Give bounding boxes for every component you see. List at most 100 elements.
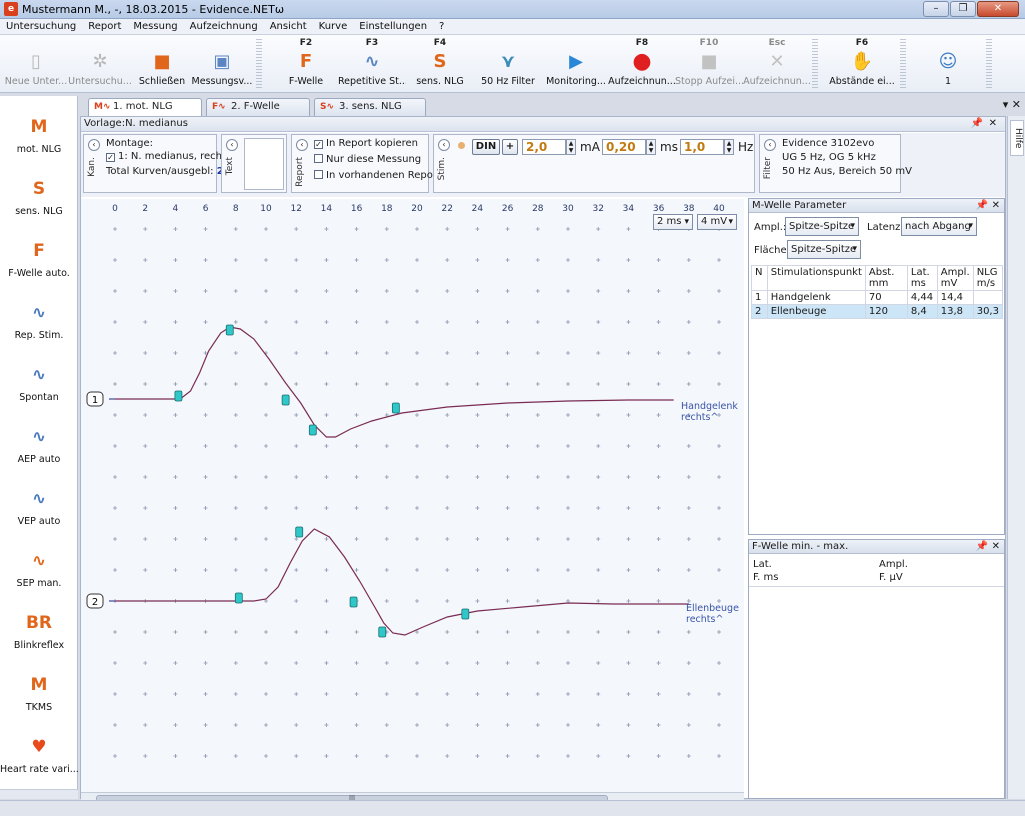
ampl-select[interactable]: Spitze-Spitze <box>785 217 859 236</box>
sidebar-item-heart-rate-vari[interactable]: ♥ Heart rate vari... <box>0 730 79 790</box>
latency-marker[interactable] <box>349 596 358 608</box>
menu-ansicht[interactable]: Ansicht <box>264 21 313 32</box>
checkbox[interactable] <box>314 154 323 163</box>
fwave-button[interactable]: F2 F F-Welle <box>272 37 340 91</box>
latency-marker[interactable] <box>225 324 234 336</box>
amplitude-scale-select[interactable]: 4 mV <box>697 214 737 230</box>
collapse-icon[interactable]: ‹ <box>226 139 238 151</box>
new-exam-button[interactable]: ▯ Neue Unter... <box>2 37 70 91</box>
minimize-button[interactable]: – <box>923 1 949 17</box>
monitoring-button[interactable]: ▶ Monitoring... <box>542 37 610 91</box>
distances-button[interactable]: F6 ✋ Abstände ei... <box>828 37 896 91</box>
grid-cross <box>475 723 480 727</box>
filter-50hz-button[interactable]: ⋎ 50 Hz Filter <box>474 37 542 91</box>
sidebar-item-vep-auto[interactable]: ∿ VEP auto <box>0 482 78 542</box>
sens-nlg-button[interactable]: F4 S sens. NLG <box>406 37 474 91</box>
waveform-canvas[interactable]: 0 2 4 6 8 10 12 14 16 18 20 22 24 26 28 30 32 34 36 38 4012H… <box>81 199 744 792</box>
current-stepper[interactable]: ▲ ▼ <box>566 139 576 155</box>
sidebar-item-blinkreflex[interactable]: BR Blinkreflex <box>0 606 78 666</box>
time-scale-select[interactable]: 2 ms <box>653 214 693 230</box>
table-row[interactable]: 1 Handgelenk 70 4,44 14,4 <box>751 290 1004 305</box>
cancel-recording-button[interactable]: Esc ✕ Aufzeichnun... <box>743 37 811 91</box>
sidebar-item-mot-nlg[interactable]: Mmot. NLG <box>0 110 78 170</box>
grid-cross <box>717 754 721 758</box>
menu-untersuchung[interactable]: Untersuchung <box>0 21 82 32</box>
duration-stepper[interactable]: ▲ ▼ <box>646 139 656 155</box>
patient-button[interactable]: ☺ 1 <box>914 37 982 91</box>
sidebar-scrollbar[interactable] <box>0 789 78 799</box>
tab-mot-nlg[interactable]: M∿ 1. mot. NLG rechts <box>88 98 202 128</box>
sidebar-item-sep-man[interactable]: ∿ SEP man. <box>0 544 78 604</box>
exam-button[interactable]: ✲ Untersuchu... <box>66 37 134 91</box>
sidebar-item-spontan[interactable]: ∿ Spontan <box>0 358 78 418</box>
stop-recording-button[interactable]: F10 ■ Stopp Aufzei... <box>675 37 743 91</box>
sidebar-item-tkms[interactable]: M TKMS <box>0 668 78 728</box>
checkbox[interactable]: ✓ <box>106 153 115 162</box>
pin-icon[interactable]: 📌 <box>976 199 988 212</box>
latency-marker[interactable] <box>461 608 470 620</box>
column-header[interactable]: Abst. mm <box>864 265 908 291</box>
column-header[interactable]: Stimulationspunkt <box>766 265 866 291</box>
menu-report[interactable]: Report <box>82 21 127 32</box>
close-window-button[interactable]: ✕ <box>977 1 1019 17</box>
column-header[interactable]: N <box>751 265 768 291</box>
repetitive-stim-button[interactable]: F3 ∿ Repetitive St... <box>338 37 406 91</box>
column-header[interactable]: Lat. ms <box>906 265 938 291</box>
frequency-input[interactable]: 1,0 <box>680 139 724 155</box>
menu-kurve[interactable]: Kurve <box>313 21 354 32</box>
latency-marker[interactable] <box>281 394 290 406</box>
help-tab[interactable]: Hilfe <box>1010 120 1024 156</box>
latency-marker[interactable] <box>378 626 387 638</box>
checkbox[interactable]: ✓ <box>314 140 323 149</box>
copy-to-report-option[interactable]: ✓ In Report kopieren <box>314 138 418 149</box>
collapse-icon[interactable]: ‹ <box>88 139 100 151</box>
pin-icon[interactable]: 📌 <box>976 540 988 553</box>
tab-sens-nlg[interactable]: S∿ 3. sens. NLG rechts <box>314 98 426 128</box>
flaeche-select[interactable]: Spitze-Spitze <box>787 240 861 259</box>
latency-marker[interactable] <box>174 390 183 402</box>
record-button[interactable]: F8 ● Aufzeichnun... <box>608 37 676 91</box>
latenz-select[interactable]: nach Abgang <box>901 217 977 236</box>
din-button[interactable]: DIN <box>472 139 500 155</box>
latency-marker[interactable] <box>308 424 317 436</box>
latency-marker[interactable] <box>234 592 243 604</box>
sidebar-item-sens-nlg[interactable]: Ssens. NLG <box>0 172 78 232</box>
only-this-measurement-option[interactable]: Nur diese Messung <box>314 154 421 165</box>
tab-f-welle[interactable]: F∿ 2. F-Welle rechts <box>206 98 310 128</box>
menu-einstellungen[interactable]: Einstellungen <box>353 21 433 32</box>
sidebar-item-rep-stim[interactable]: ∿ Rep. Stim. <box>0 296 78 356</box>
column-header[interactable]: NLG m/s <box>972 265 1004 291</box>
text-field[interactable] <box>244 138 284 190</box>
close-icon[interactable]: ✕ <box>992 540 1000 553</box>
collapse-icon[interactable]: ‹ <box>438 139 450 151</box>
montage-item[interactable]: ✓ 1: N. medianus, rechts <box>106 151 231 162</box>
close-exam-button[interactable]: ■ Schließen <box>128 37 196 91</box>
existing-report-option[interactable]: In vorhandenen Report <box>314 170 441 181</box>
duration-input[interactable]: 0,20 <box>602 139 646 155</box>
sidebar-item-aep-auto[interactable]: ∿ AEP auto <box>0 420 78 480</box>
pin-icon[interactable]: 📌 <box>971 117 983 131</box>
frequency-stepper[interactable]: ▲ ▼ <box>724 139 734 155</box>
table-row[interactable]: 2 Ellenbeuge 120 8,4 13,8 30,3 <box>751 304 1004 319</box>
sidebar-item-f-welle-auto[interactable]: F F-Welle auto. <box>0 234 78 294</box>
waveform-plot[interactable]: 0 2 4 6 8 10 12 14 16 18 20 22 24 26 28 30 32 34 36 38 40 1 2 H… <box>81 199 744 804</box>
maximize-button[interactable]: ❐ <box>950 1 976 17</box>
collapse-icon[interactable]: ‹ <box>296 139 308 151</box>
tab-strip-controls[interactable]: ▾ ✕ <box>1003 98 1021 111</box>
trace-2[interactable] <box>115 528 689 636</box>
latency-marker[interactable] <box>391 402 400 414</box>
grid-cross <box>354 227 359 231</box>
trace-1[interactable] <box>115 326 674 438</box>
plus-button[interactable]: + <box>502 139 518 155</box>
measurement-button[interactable]: ▣ Messungsv... <box>188 37 256 91</box>
current-input[interactable]: 2,0 <box>522 139 566 155</box>
column-header[interactable]: Ampl. mV <box>936 265 974 291</box>
menu-messung[interactable]: Messung <box>127 21 183 32</box>
close-icon[interactable]: ✕ <box>992 199 1000 212</box>
close-icon[interactable]: ✕ <box>989 117 997 131</box>
collapse-icon[interactable]: ‹ <box>764 139 776 151</box>
menu-help[interactable]: ? <box>433 21 450 32</box>
latency-marker[interactable] <box>295 526 304 538</box>
checkbox[interactable] <box>314 170 323 179</box>
menu-aufzeichnung[interactable]: Aufzeichnung <box>184 21 264 32</box>
